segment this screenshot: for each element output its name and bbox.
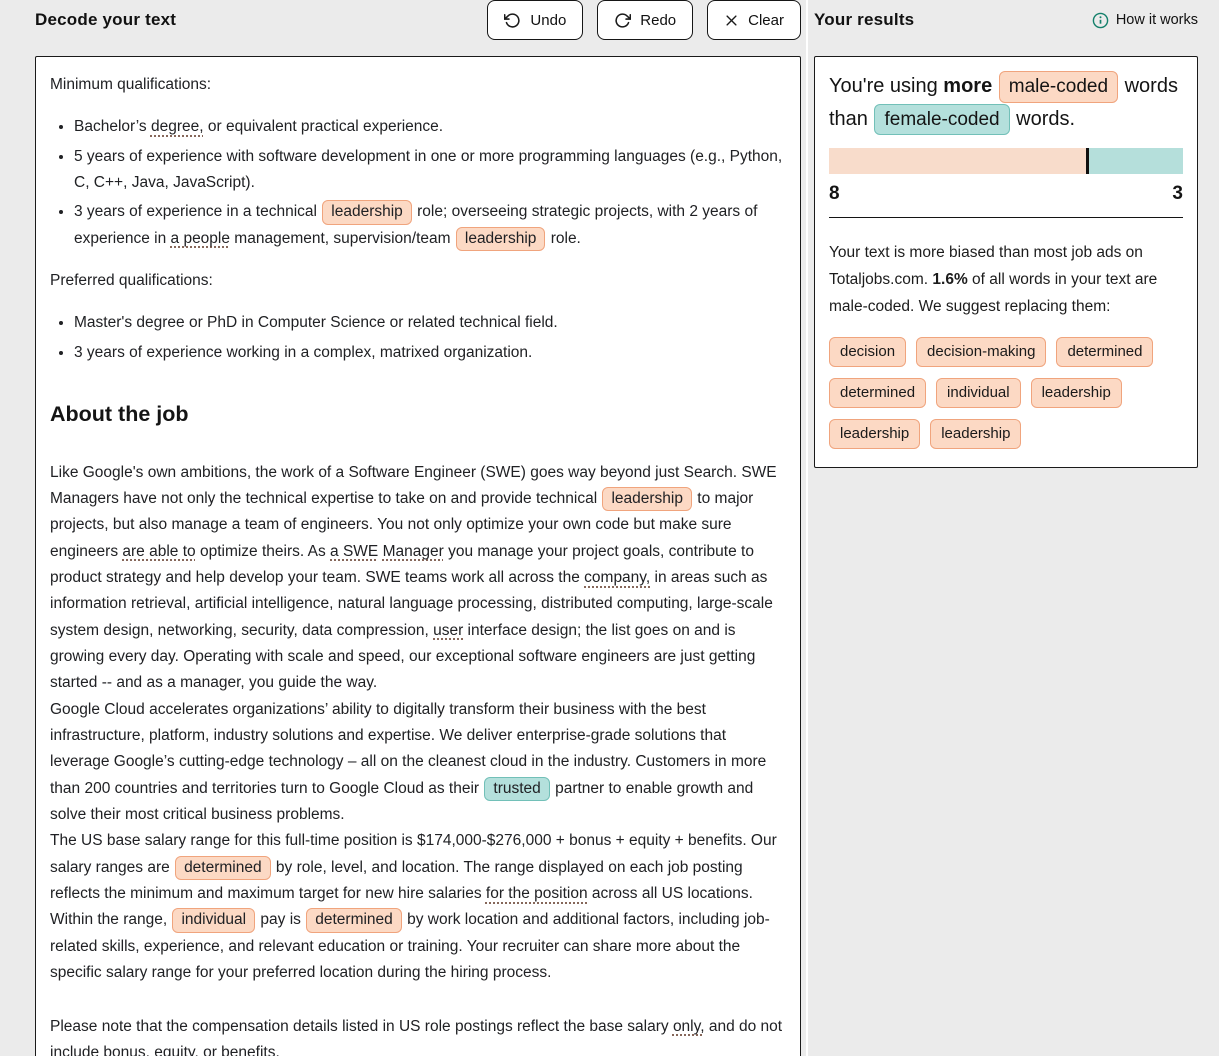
paragraph: Please note that the compensation detail… [50, 1014, 786, 1056]
suggested-edit[interactable]: only, [673, 1018, 705, 1035]
paragraph: Like Google's own ambitions, the work of… [50, 460, 786, 697]
list-item: Master's degree or PhD in Computer Scien… [74, 310, 786, 336]
text-run: Please note that the compensation detail… [50, 1017, 673, 1035]
paragraph: Minimum qualifications: [50, 72, 786, 98]
text-run: Bachelor’s [74, 118, 151, 136]
male-coded-word[interactable]: male-coded [998, 71, 1119, 103]
text-run: pay is [256, 911, 306, 929]
list-item: 3 years of experience working in a compl… [74, 340, 786, 366]
text-editor[interactable]: Minimum qualifications: Bachelor’s degree… [35, 56, 801, 1056]
text-run: or equivalent practical experience. [203, 118, 444, 136]
results-divider [829, 217, 1183, 219]
results-card: You're using more male-coded words than … [814, 56, 1198, 468]
text-run: You're using [829, 75, 944, 97]
how-it-works-link[interactable]: How it works [1092, 12, 1198, 29]
text-run: words. [1010, 107, 1076, 130]
results-summary: You're using more male-coded words than … [829, 70, 1183, 136]
results-title: Your results [814, 10, 915, 29]
suggested-words: decision decision-making determined determi… [829, 337, 1183, 449]
male-coded-word[interactable]: leadership [602, 486, 692, 512]
panel-separator [806, 0, 808, 1056]
text-run: Minimum qualifications: [50, 76, 212, 93]
text-run: Preferred qualifications: [50, 272, 213, 290]
female-coded-word[interactable]: trusted [484, 776, 550, 802]
suggested-word[interactable]: decision [829, 337, 907, 368]
how-it-works-label: How it works [1115, 12, 1198, 28]
text-run: 3 years of experience in a technical [74, 203, 322, 221]
male-word-count: 8 [829, 183, 840, 205]
male-coded-word[interactable]: determined [306, 908, 402, 933]
suggested-edit[interactable]: a people [171, 230, 230, 247]
male-coded-word[interactable]: individual [172, 908, 256, 933]
bias-bar [829, 148, 1183, 175]
text-run: 5 years of experience with software deve… [74, 147, 783, 192]
suggested-word[interactable]: individual [936, 378, 1021, 408]
list-item: 3 years of experience in a technical lea… [74, 199, 786, 252]
list-item: Bachelor’s degree, or equivalent practic… [74, 114, 786, 140]
editor-header: Decode your text Undo Redo Clear [35, 0, 801, 40]
suggested-edit[interactable]: user [433, 622, 463, 639]
suggested-word[interactable]: decision-making [916, 337, 1047, 368]
paragraph: Google Cloud accelerates organizations’ … [50, 697, 786, 829]
suggested-edit[interactable]: company, [584, 569, 650, 586]
male-coded-word[interactable]: leadership [455, 226, 546, 252]
list-item: 5 years of experience with software deve… [74, 144, 786, 197]
undo-icon [504, 12, 521, 29]
suggested-word[interactable]: leadership [930, 418, 1022, 449]
suggested-word[interactable]: determined [1056, 337, 1154, 368]
suggested-word[interactable]: leadership [829, 418, 921, 449]
male-coded-word[interactable]: determined [175, 855, 271, 881]
toolbar: Undo Redo Clear [487, 0, 801, 40]
text-run: optimize theirs. As [195, 542, 331, 560]
results-header: Your results How it works [814, 0, 1198, 40]
paragraph: The US base salary range for this full-t… [50, 828, 786, 986]
section-heading: About the job [50, 396, 786, 433]
male-coded-word[interactable]: leadership [322, 200, 412, 225]
close-icon [724, 13, 739, 28]
female-coded-word[interactable]: female-coded [874, 103, 1010, 136]
text-run: management, supervision/team [230, 229, 455, 247]
results-detail: Your text is more biased than most job a… [829, 239, 1183, 320]
text-run: 3 years of experience working in a compl… [74, 343, 533, 361]
word-counts: 8 3 [829, 183, 1183, 205]
text-run: role. [546, 229, 581, 247]
undo-label: Undo [530, 11, 567, 29]
text-run: Master's degree or PhD in Computer Scien… [74, 314, 558, 332]
info-icon [1092, 12, 1109, 29]
text-run: more [943, 75, 993, 97]
document-body: Minimum qualifications: Bachelor’s degree… [50, 72, 786, 1056]
female-word-count: 3 [1172, 183, 1183, 205]
bullet-list: Bachelor’s degree, or equivalent practic… [50, 114, 786, 252]
bar-male-segment [829, 148, 1087, 175]
undo-button[interactable]: Undo [487, 0, 584, 40]
redo-button[interactable]: Redo [597, 0, 694, 40]
suggested-edit[interactable]: Manager [383, 543, 444, 560]
suggested-edit[interactable]: are able to [122, 543, 195, 560]
text-run [992, 75, 998, 97]
redo-label: Redo [640, 11, 677, 29]
text-run: 1.6% [932, 271, 968, 289]
suggested-edit[interactable]: degree, [151, 118, 204, 135]
page-title: Decode your text [35, 10, 177, 29]
bar-female-segment [1089, 148, 1183, 175]
paragraph: Preferred qualifications: [50, 268, 786, 294]
clear-label: Clear [748, 11, 784, 29]
suggested-word[interactable]: leadership [1030, 378, 1122, 408]
clear-button[interactable]: Clear [707, 0, 801, 40]
text-run: About the job [50, 402, 189, 427]
suggested-word[interactable]: determined [829, 378, 927, 408]
gender-decoder-app: Decode your text Undo Redo Clear Your re… [0, 0, 1219, 1056]
redo-icon [614, 12, 632, 29]
suggested-edit[interactable]: a SWE [330, 543, 378, 560]
suggested-edit[interactable]: for the position [486, 885, 588, 902]
bullet-list: Master's degree or PhD in Computer Scien… [50, 310, 786, 366]
